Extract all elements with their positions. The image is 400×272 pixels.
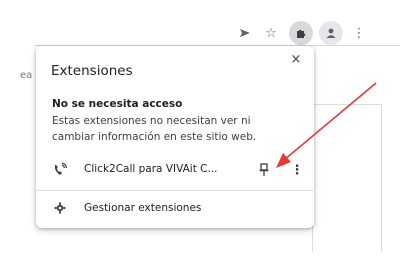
extension-row-click2call[interactable]: Click2Call para VIVAit C... ⋮ xyxy=(36,156,314,184)
send-tab-icon[interactable] xyxy=(234,20,256,46)
manage-extensions-label: Gestionar extensiones xyxy=(84,202,202,214)
section-description: Estas extensiones no necesitan ver ni ca… xyxy=(52,115,257,143)
puzzle-icon[interactable] xyxy=(289,21,313,45)
click2call-extension-icon xyxy=(54,162,68,175)
browser-toolbar: ☆ ⋮ xyxy=(230,20,400,46)
page-content-fragment: ea xyxy=(20,70,33,81)
gear-icon xyxy=(54,202,66,214)
popup-title: Extensiones xyxy=(51,63,133,79)
extension-name: Click2Call para VIVAit C... xyxy=(84,163,218,175)
profile-icon[interactable] xyxy=(319,21,343,45)
page-panel xyxy=(312,105,382,252)
kebab-menu-icon[interactable]: ⋮ xyxy=(348,20,370,46)
close-icon[interactable]: × xyxy=(288,51,304,67)
browser-page: ea ☆ ⋮ Extensiones × No se necesita acce… xyxy=(0,0,400,272)
popup-divider xyxy=(36,190,314,191)
more-options-icon[interactable]: ⋮ xyxy=(291,160,304,180)
pin-icon[interactable] xyxy=(257,162,271,178)
section-heading: No se necesita acceso xyxy=(52,98,183,110)
manage-extensions-button[interactable]: Gestionar extensiones xyxy=(36,196,314,222)
extensions-popup: Extensiones × No se necesita acceso Esta… xyxy=(36,46,314,228)
bookmark-star-icon[interactable]: ☆ xyxy=(260,20,282,46)
